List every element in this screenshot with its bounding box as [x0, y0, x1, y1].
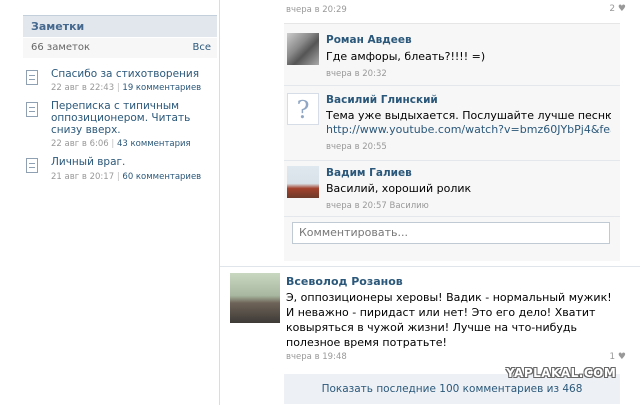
note-icon [26, 102, 38, 117]
meta-separator: | [116, 172, 120, 182]
note-date: 21 авг в 20:17 [51, 172, 115, 182]
notes-subheader: 66 заметок Все [23, 38, 217, 58]
wall-feed: вчера в 20:29 2 ♥ Роман Авдеев Где амфор… [220, 0, 640, 405]
comment-time[interactable]: вчера в 20:55 [326, 142, 387, 152]
heart-icon: ♥ [617, 4, 626, 14]
comment-time[interactable]: вчера в 20:32 [326, 69, 387, 79]
comment-time-value[interactable]: вчера в 20:57 [326, 201, 387, 211]
notes-header[interactable]: Заметки [23, 15, 217, 37]
meta-separator: | [116, 83, 120, 93]
comment-divider [284, 216, 620, 217]
comment: Вадим Галиев Василий, хороший ролик вчер… [284, 163, 620, 215]
note-date: 22 авг в 6:06 [51, 139, 109, 149]
heart-icon: ♥ [617, 352, 626, 362]
comment-text: Василий, хороший ролик [326, 182, 472, 195]
comment-author[interactable]: Роман Авдеев [326, 34, 412, 46]
note-comments-link[interactable]: 60 комментариев [122, 172, 201, 182]
note-comments-link[interactable]: 43 комментария [117, 139, 191, 149]
post-divider [220, 266, 640, 267]
comment-text: Тема уже выдыхается. Послушайте лучше пе… [326, 109, 611, 122]
note-meta: 21 авг в 20:17 | 60 комментариев [51, 172, 201, 182]
note-meta: 22 авг в 22:43 | 19 комментариев [51, 83, 201, 93]
comment-link[interactable]: http://www.youtube.com/watch?v=bmz60JYbP… [326, 123, 611, 137]
like-count: 1 [609, 352, 616, 362]
note-icon [26, 158, 38, 173]
post-text: Э, оппозиционеры херовы! Вадик - нормаль… [286, 291, 612, 349]
comment: Роман Авдеев Где амфоры, блеать?!!!! =) … [284, 30, 620, 84]
meta-separator: | [111, 139, 115, 149]
comment-time: вчера в 20:57 Василию [326, 201, 429, 211]
post-author[interactable]: Всеволод Розанов [286, 275, 403, 288]
note-title[interactable]: Личный враг. [51, 156, 216, 168]
note-meta: 22 авг в 6:06 | 43 комментария [51, 139, 191, 149]
post-time[interactable]: вчера в 20:29 [286, 5, 347, 15]
note-item[interactable]: Спасибо за стихотворения 22 авг в 22:43 … [26, 68, 216, 100]
note-item[interactable]: Личный враг. 21 авг в 20:17 | 60 коммент… [26, 156, 216, 188]
like-count: 2 [609, 4, 616, 14]
like-button[interactable]: 1 ♥ [609, 352, 626, 362]
note-item[interactable]: Переписка с типичным оппозиционером. Чит… [26, 100, 216, 152]
avatar[interactable] [287, 166, 319, 198]
note-title[interactable]: Спасибо за стихотворения [51, 68, 216, 80]
notes-count: 66 заметок [31, 42, 91, 53]
notes-all-link[interactable]: Все [192, 42, 211, 53]
note-date: 22 авг в 22:43 [51, 83, 115, 93]
avatar[interactable] [287, 33, 319, 65]
post-time[interactable]: вчера в 19:48 [286, 352, 347, 362]
comment-divider [284, 160, 620, 161]
watermark: YAPLAKAL.COM [506, 366, 617, 380]
comment: ? Василий Глинский Тема уже выдыхается. … [284, 90, 620, 158]
notes-sidebar: Заметки 66 заметок Все Спасибо за стихот… [20, 0, 220, 405]
like-button[interactable]: 2 ♥ [609, 4, 626, 14]
comment-author[interactable]: Василий Глинский [326, 94, 438, 106]
comment-divider [284, 85, 620, 86]
note-icon [26, 70, 38, 85]
comment-text: Где амфоры, блеать?!!!! =) [326, 50, 486, 63]
note-comments-link[interactable]: 19 комментариев [122, 83, 201, 93]
reply-to-link[interactable]: Василию [389, 201, 428, 211]
comment-input[interactable]: Комментировать... [292, 222, 610, 244]
avatar[interactable] [230, 273, 280, 323]
question-avatar-icon[interactable]: ? [287, 93, 319, 125]
comment-author[interactable]: Вадим Галиев [326, 167, 412, 179]
notes-title[interactable]: Заметки [31, 20, 84, 33]
note-title[interactable]: Переписка с типичным оппозиционером. Чит… [51, 100, 216, 136]
